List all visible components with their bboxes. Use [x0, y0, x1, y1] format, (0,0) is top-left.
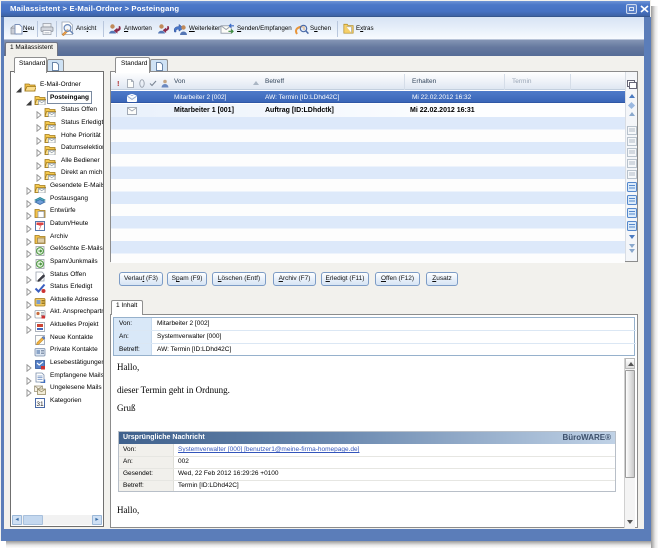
svg-text:31: 31	[36, 401, 44, 408]
